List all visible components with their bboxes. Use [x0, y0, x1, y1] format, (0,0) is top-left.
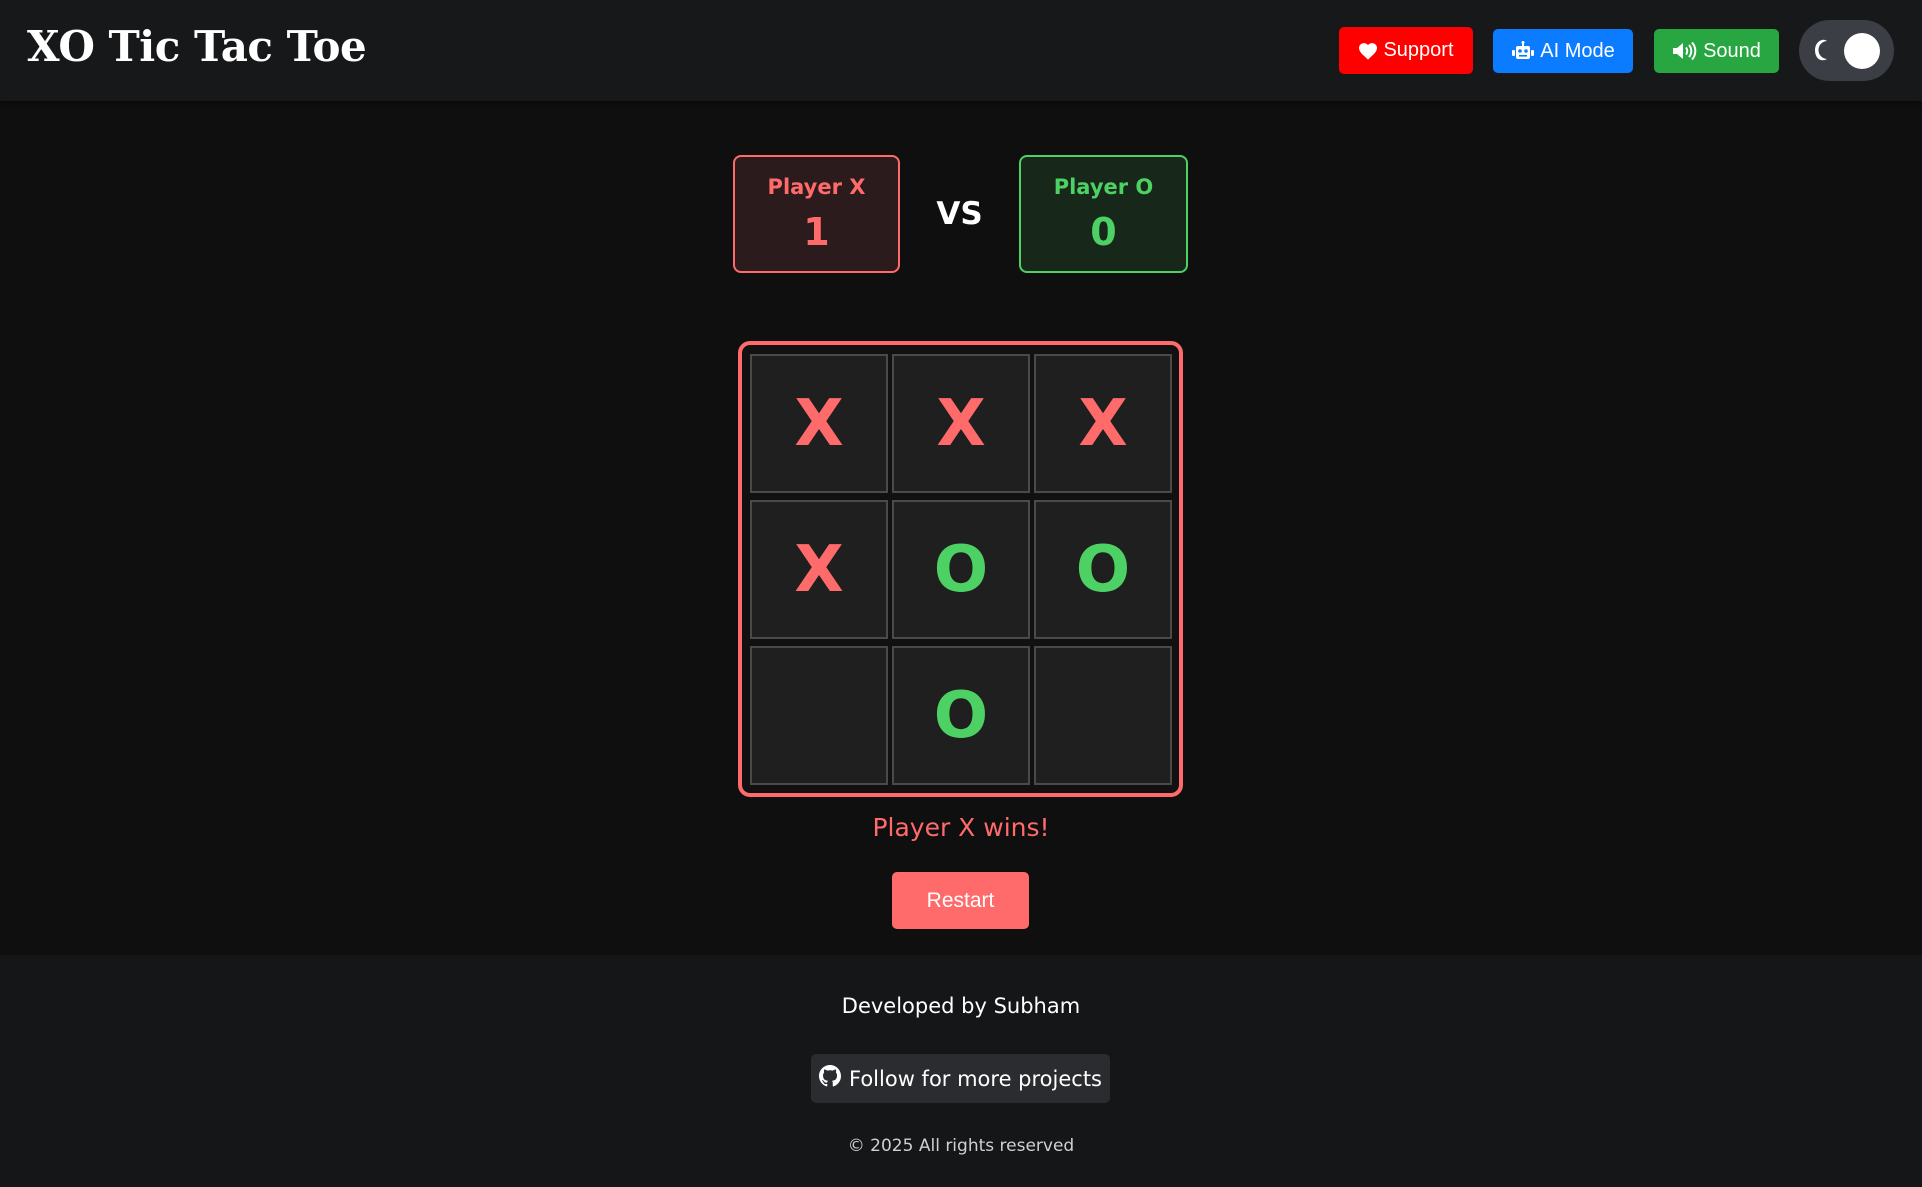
- theme-toggle[interactable]: [1799, 20, 1894, 81]
- player-o-label: Player O: [1053, 175, 1154, 199]
- board-cell-4[interactable]: X: [750, 500, 888, 639]
- sound-button[interactable]: Sound: [1654, 29, 1779, 73]
- game-status: Player X wins!: [872, 813, 1050, 842]
- board-cell-1[interactable]: X: [750, 354, 888, 493]
- support-label: Support: [1383, 39, 1454, 61]
- follow-button[interactable]: Follow for more projects: [811, 1054, 1110, 1103]
- board-cell-7[interactable]: [750, 646, 888, 785]
- board-cell-3[interactable]: X: [1034, 354, 1172, 493]
- heart-icon: [1358, 42, 1378, 60]
- board-cell-6[interactable]: O: [1034, 500, 1172, 639]
- support-button[interactable]: Support: [1339, 27, 1473, 74]
- sound-label: Sound: [1703, 39, 1761, 62]
- board-cell-9[interactable]: [1034, 646, 1172, 785]
- restart-button[interactable]: Restart: [892, 872, 1029, 929]
- board-cell-5[interactable]: O: [892, 500, 1030, 639]
- github-icon: [819, 1065, 841, 1092]
- toggle-knob: [1844, 33, 1880, 69]
- player-o-score: 0: [1090, 210, 1117, 254]
- ai-mode-label: AI Mode: [1540, 39, 1615, 62]
- board-cell-2[interactable]: X: [892, 354, 1030, 493]
- follow-label: Follow for more projects: [849, 1066, 1102, 1091]
- ai-mode-button[interactable]: AI Mode: [1493, 29, 1633, 73]
- vs-label: VS: [936, 196, 983, 232]
- game-board: X X X X O O O: [738, 341, 1183, 797]
- app-header: XO Tic Tac Toe Support AI Mode Sound: [0, 0, 1922, 101]
- score-card-player-o: Player O 0: [1019, 155, 1188, 273]
- score-card-player-x: Player X 1: [733, 155, 900, 273]
- developer-credit: Developed by Subham: [841, 994, 1081, 1018]
- player-x-label: Player X: [767, 175, 866, 199]
- volume-icon: [1672, 41, 1698, 61]
- moon-icon: [1815, 39, 1833, 65]
- copyright: © 2025 All rights reserved: [847, 1136, 1075, 1156]
- board-cell-8[interactable]: O: [892, 646, 1030, 785]
- player-x-score: 1: [803, 210, 830, 254]
- app-title: XO Tic Tac Toe: [27, 22, 367, 71]
- robot-icon: [1511, 41, 1535, 61]
